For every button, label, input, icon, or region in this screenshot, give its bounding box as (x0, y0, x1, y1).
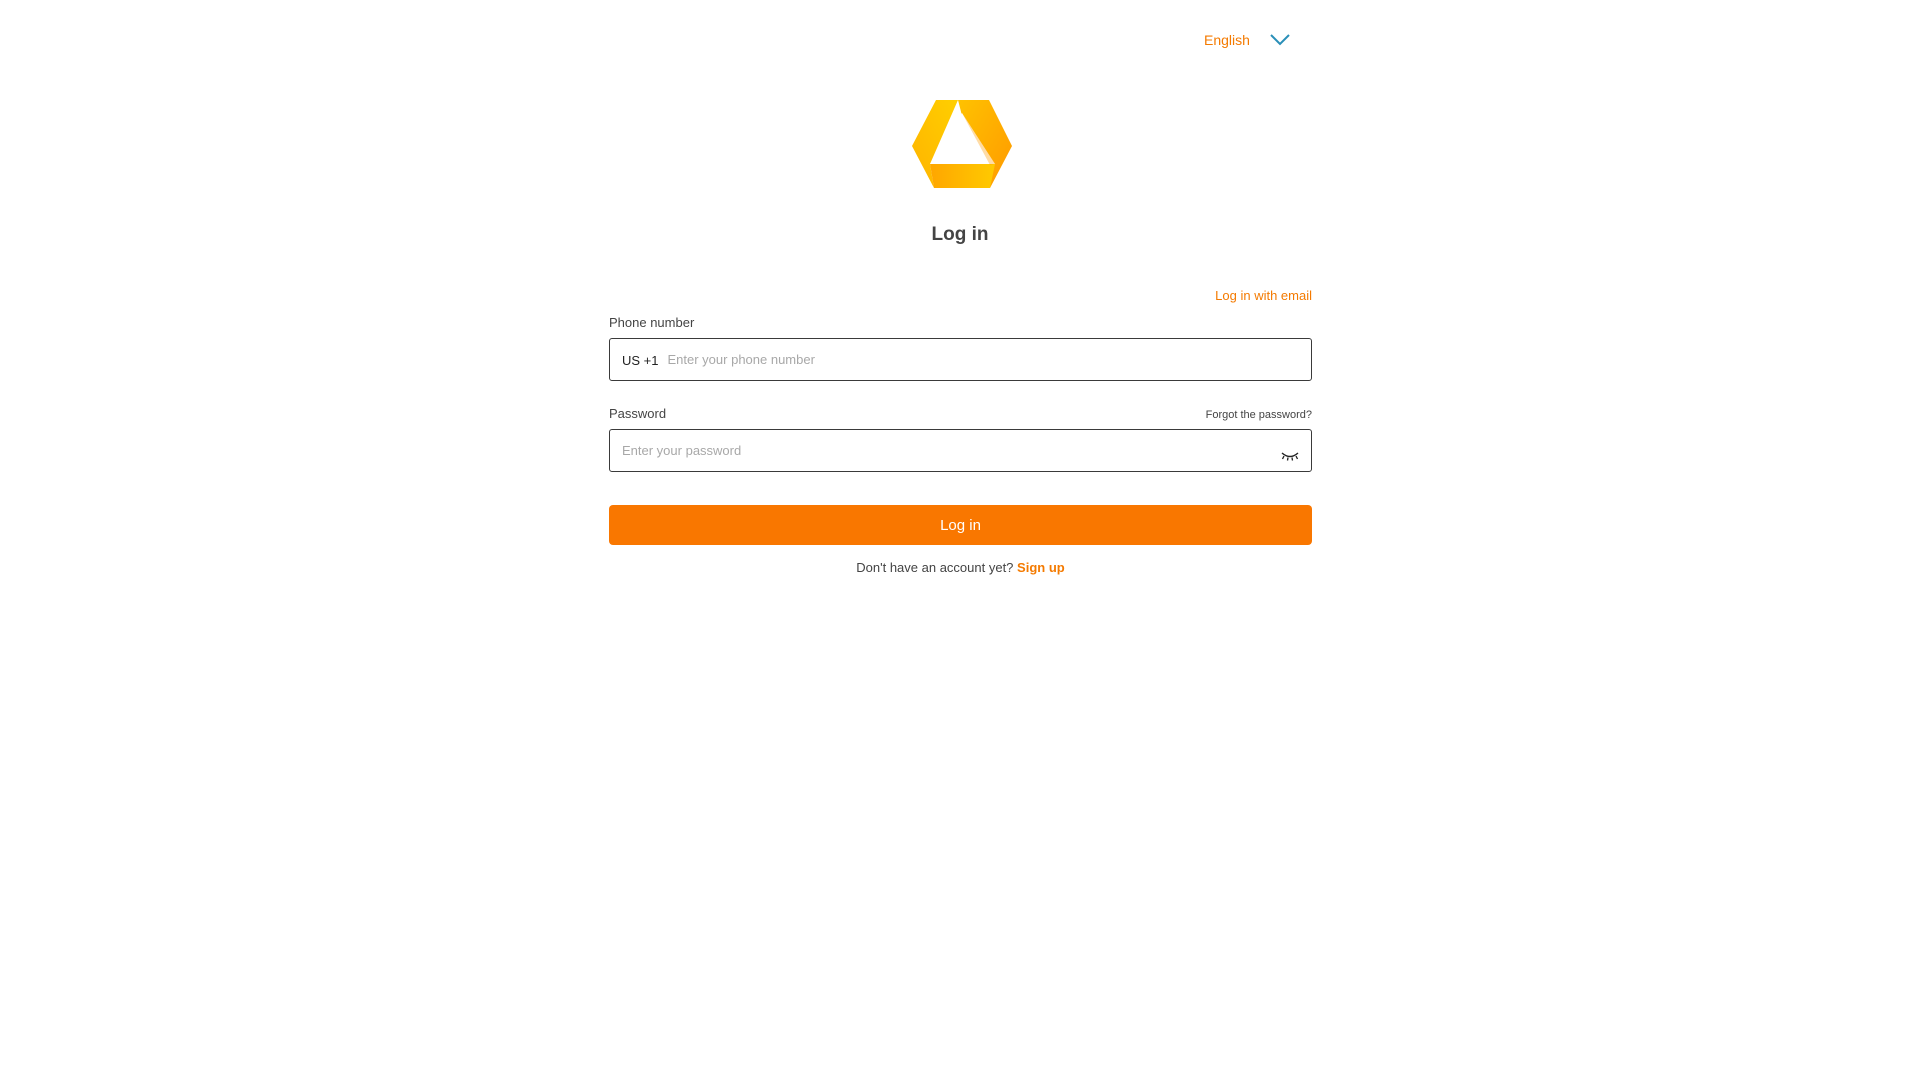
chevron-down-icon (1270, 34, 1290, 46)
signup-row: Don't have an account yet? Sign up (609, 560, 1312, 575)
password-label-row: Password Forgot the password? (609, 401, 1312, 421)
password-field (609, 429, 1312, 472)
phone-number-label: Phone number (609, 315, 695, 330)
forgot-password-link[interactable]: Forgot the password? (1206, 409, 1312, 421)
phone-field: US +1 (609, 338, 1312, 381)
login-button[interactable]: Log in (609, 505, 1312, 545)
phone-label-row: Phone number (609, 310, 1312, 330)
country-code-selector[interactable]: US +1 (622, 353, 659, 368)
login-method-row: Log in with email (609, 288, 1312, 306)
password-label: Password (609, 406, 667, 421)
login-with-email-link[interactable]: Log in with email (1215, 288, 1312, 306)
language-label: English (1204, 32, 1250, 48)
language-selector[interactable]: English (1204, 28, 1290, 52)
phone-number-input[interactable] (667, 352, 1299, 367)
login-page: English Log in Log in with email Phone n… (0, 0, 1920, 1080)
password-input[interactable] (622, 443, 1281, 458)
page-title: Log in (931, 224, 989, 245)
signup-link[interactable]: Sign up (1017, 560, 1065, 575)
brand-logo-icon (911, 99, 1013, 189)
signup-prompt: Don't have an account yet? (856, 560, 1014, 575)
eye-closed-icon[interactable] (1281, 450, 1299, 462)
login-form: Log in with email Phone number US +1 Pas… (609, 288, 1312, 575)
